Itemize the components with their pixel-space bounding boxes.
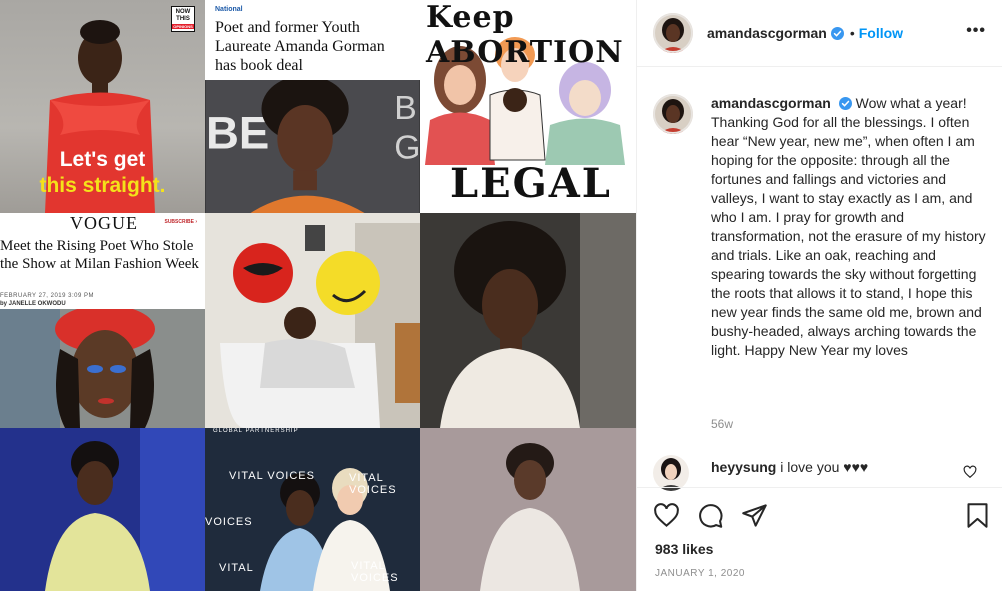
commenter-avatar[interactable] — [653, 455, 689, 491]
post-panel: amandascgorman • Follow ••• amandascgorm… — [636, 0, 1002, 591]
vogue-subscribe: SUBSCRIBE › — [164, 219, 197, 225]
post-actions: 983 likes JANUARY 1, 2020 — [637, 487, 1002, 591]
portrait-image — [420, 213, 636, 428]
watermark-text: VOICES — [205, 516, 253, 528]
comment-icon[interactable] — [697, 502, 724, 529]
bookmark-icon[interactable] — [964, 502, 991, 529]
likes-count[interactable]: 983 likes — [655, 541, 713, 557]
caption-body: Wow what a year! Thanking God for all th… — [711, 95, 986, 358]
news-section: National — [215, 6, 243, 13]
svg-text:B: B — [394, 90, 416, 127]
caption-username[interactable]: amandascgorman — [711, 95, 831, 111]
post-caption: amandascgorman Wow what a year! Thanking… — [653, 94, 993, 360]
action-icons — [653, 502, 768, 529]
comment-text: heyysung i love you ♥♥♥ — [711, 459, 868, 475]
illustration-top-text: Keep ABORTION — [426, 0, 624, 70]
watermark-text: VITAL — [219, 562, 254, 574]
separator-dot: • — [849, 25, 855, 41]
avatar-image — [653, 455, 689, 491]
tile-caption-line2: this straight. — [39, 174, 166, 197]
more-options-icon[interactable]: ••• — [966, 22, 986, 40]
news-header: National Poet and former Youth Laureate … — [205, 0, 420, 80]
grid-tile-stage[interactable] — [420, 213, 636, 428]
comment-item: heyysung i love you ♥♥♥ — [653, 455, 993, 491]
avatar[interactable] — [653, 94, 693, 134]
nowthis-logo: NOW THIS OPINIONS — [171, 6, 195, 32]
bookmark-button[interactable] — [964, 502, 991, 529]
post-header: amandascgorman • Follow ••• — [637, 0, 1002, 67]
verified-icon — [830, 26, 844, 40]
watermark-text: VITAL VOICES — [351, 560, 399, 584]
svg-text:G: G — [394, 130, 420, 167]
grid-tile-portrait[interactable] — [420, 428, 636, 591]
tile-caption-line1: Let's get — [59, 148, 146, 171]
watermark-text: VITAL VOICES — [349, 472, 397, 496]
vogue-author: by JANELLE OKWODU — [0, 301, 66, 307]
portrait-image — [420, 428, 636, 591]
illustration-bottom-text: LEGAL — [450, 160, 612, 207]
banner-text: GLOBAL PARTNERSHIP — [213, 428, 299, 434]
comment-like-heart-icon[interactable] — [963, 465, 977, 479]
follow-button[interactable]: Follow — [859, 25, 903, 41]
grid-tile-vital-voices[interactable]: GLOBAL PARTNERSHIP VITAL VOICES VITAL VO… — [205, 428, 420, 591]
heart-icon[interactable] — [653, 502, 680, 529]
portrait-image — [0, 428, 205, 591]
portrait-image — [0, 309, 205, 428]
verified-icon — [838, 97, 852, 110]
post-age[interactable]: 56w — [711, 417, 733, 431]
vogue-date: FEBRUARY 27, 2019 3:09 PM — [0, 293, 94, 299]
avatar[interactable] — [653, 13, 693, 53]
post-date: JANUARY 1, 2020 — [655, 568, 745, 579]
hospital-photo — [205, 213, 420, 428]
grid-tile-blue-stage[interactable] — [0, 428, 205, 591]
post-author-username[interactable]: amandascgorman — [707, 25, 827, 41]
watermark-text: VITAL VOICES — [229, 470, 315, 482]
grid-tile-news[interactable]: BET B G National Poet and former Youth L… — [205, 0, 420, 213]
comment-username[interactable]: heyysung — [711, 459, 776, 475]
grid-tile-illustration[interactable]: Keep ABORTION LEGAL — [420, 0, 636, 213]
caption-text: amandascgorman Wow what a year! Thanking… — [711, 94, 993, 360]
comment-body: i love you ♥♥♥ — [780, 459, 869, 475]
news-headline: Poet and former Youth Laureate Amanda Go… — [215, 19, 385, 74]
vogue-headline: Meet the Rising Poet Who Stole the Show … — [0, 238, 199, 272]
grid-tile-nowthis[interactable]: NOW THIS OPINIONS Let's get this straigh… — [0, 0, 205, 213]
grid-tile-vogue[interactable]: VOGUE SUBSCRIBE › Meet the Rising Poet W… — [0, 213, 205, 428]
grid-tile-hospital[interactable] — [205, 213, 420, 428]
vogue-masthead: VOGUE — [70, 213, 138, 233]
profile-image-grid: NOW THIS OPINIONS Let's get this straigh… — [0, 0, 636, 591]
share-icon[interactable] — [741, 502, 768, 529]
